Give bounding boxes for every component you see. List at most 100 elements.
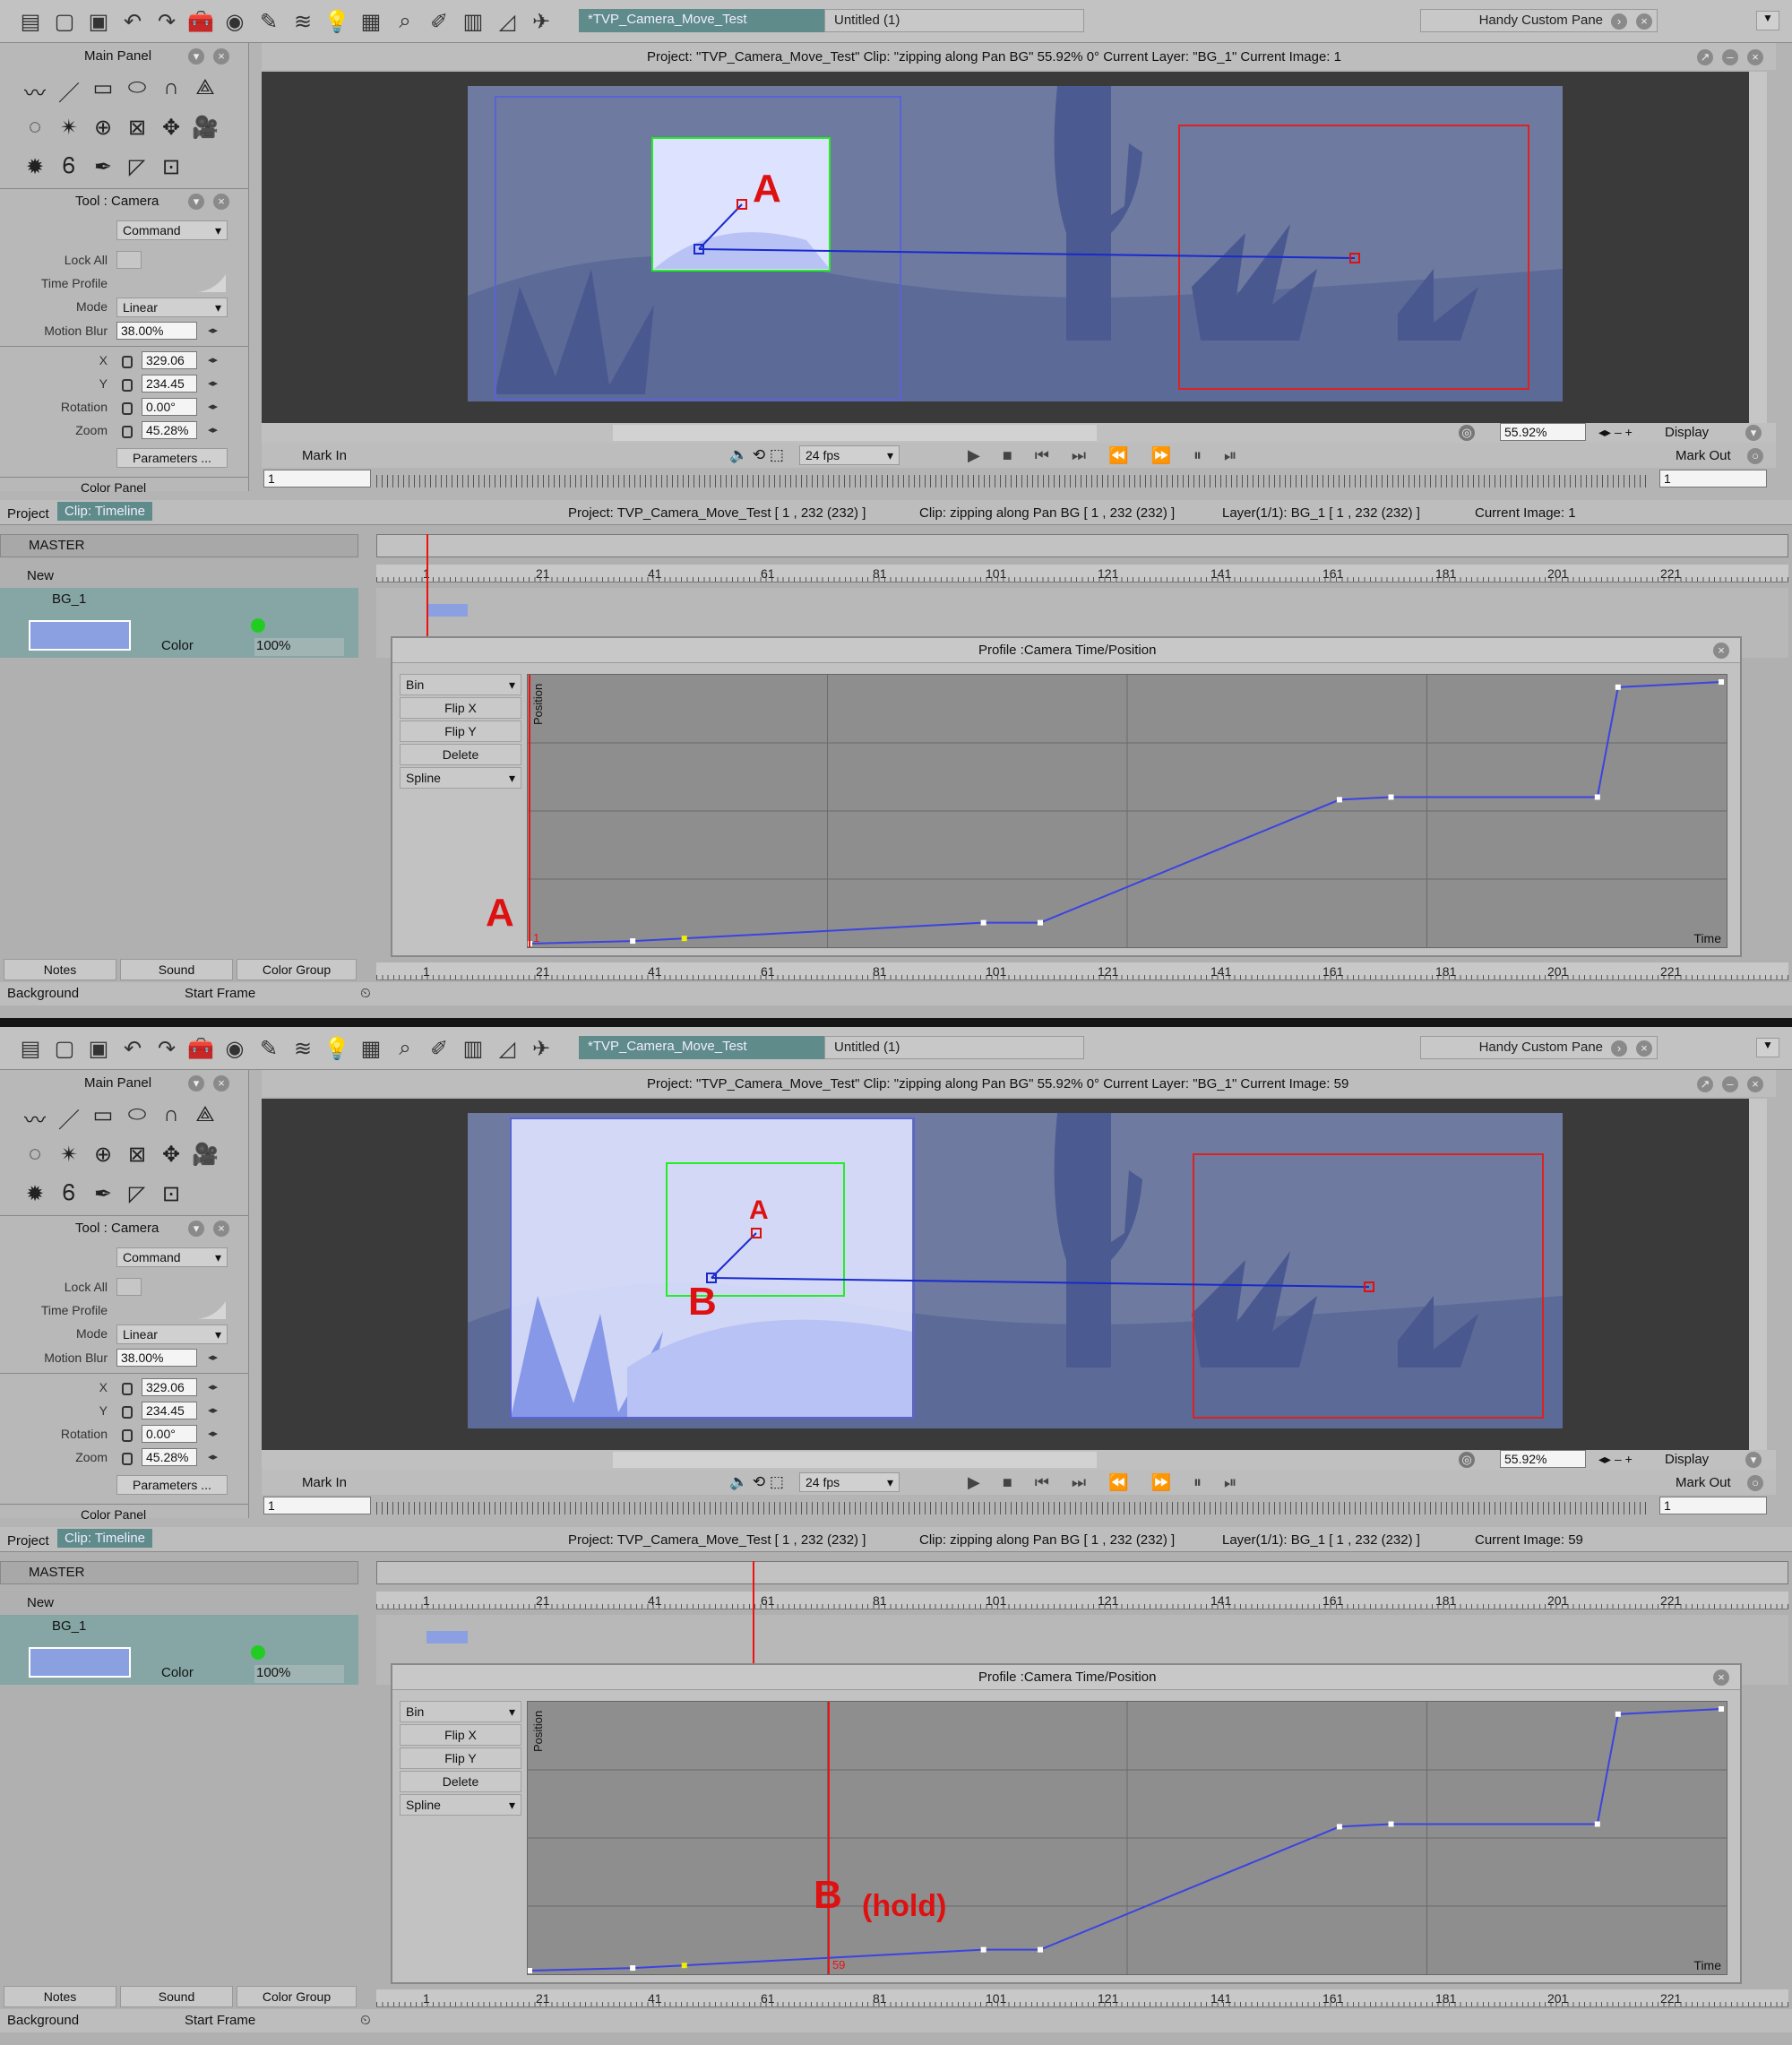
mark-out-field[interactable]: 1 (1659, 470, 1767, 488)
profile-keyframe-point[interactable] (681, 936, 687, 942)
frame-ruler-bottom[interactable]: 1 21 41 61 81 101 121 141 161 181 201 221 (376, 1989, 1788, 2007)
layer-visibility-icon[interactable] (251, 618, 265, 633)
zoom-reset-icon[interactable]: ◎ (1459, 1452, 1475, 1468)
clock-icon[interactable]: ⏲ (360, 2013, 371, 2028)
master-track[interactable] (376, 534, 1788, 557)
zoom-field[interactable]: 55.92% (1500, 423, 1586, 441)
layer-opacity[interactable]: 100% (254, 638, 344, 656)
clock-icon[interactable]: ⏲ (360, 986, 371, 1001)
flip-x-button[interactable]: Flip X (400, 697, 521, 719)
color-group-tab[interactable]: Color Group (237, 959, 357, 980)
mark-out-field[interactable]: 1 (1659, 1497, 1767, 1514)
frame-ruler-top[interactable]: 121416181101121141161181201221 (376, 1592, 1788, 1609)
ruler-tick-label: 61 (761, 964, 775, 979)
profile-keyframe-point[interactable] (1336, 797, 1342, 803)
spline-dropdown[interactable]: Spline ▾ (400, 767, 521, 789)
profile-keyframe-point[interactable] (980, 1946, 986, 1953)
viewer-horizontal-scrollbar[interactable] (613, 425, 1097, 441)
profile-keyframe-point[interactable] (980, 919, 986, 926)
delete-button[interactable]: Delete (400, 1771, 521, 1792)
master-label: MASTER (29, 1565, 85, 1580)
layer-thumbnail[interactable] (29, 1647, 131, 1678)
profile-title: Profile :Camera Time/Position (978, 1670, 1157, 1685)
layer-thumbnail[interactable] (29, 620, 131, 651)
profile-keyframe-point[interactable] (1336, 1824, 1342, 1830)
ruler-tick-label: 181 (1435, 1593, 1457, 1608)
profile-graph[interactable]: 1 Position Time (527, 674, 1727, 948)
notes-tab[interactable]: Notes (4, 1986, 116, 2007)
viewer-vertical-scrollbar[interactable] (1749, 1099, 1767, 1450)
viewer-vertical-scrollbar[interactable] (1749, 72, 1767, 423)
profile-close-icon[interactable]: × (1713, 1670, 1729, 1686)
display-button[interactable]: Display (1665, 1452, 1709, 1467)
clip-timeline-tab[interactable]: Clip: Timeline (57, 502, 153, 521)
flip-y-button[interactable]: Flip Y (400, 720, 521, 742)
profile-keyframe-point[interactable] (1615, 1711, 1621, 1717)
fps-dropdown[interactable]: 24 fps ▾ (799, 445, 900, 465)
layer-opacity[interactable]: 100% (254, 1665, 344, 1683)
sound-tab[interactable]: Sound (120, 959, 233, 980)
clip-timeline-tab[interactable]: Clip: Timeline (57, 1529, 153, 1548)
mark-out-toggle-icon[interactable]: ○ (1747, 1475, 1763, 1491)
profile-keyframe-point[interactable] (1038, 1946, 1043, 1953)
transport-controls[interactable]: ▶ ■ ⏮ ⏭ ⏪ ⏩ ⏸ ⏯ (968, 446, 1245, 465)
mark-out-toggle-icon[interactable]: ○ (1747, 448, 1763, 464)
master-track[interactable] (376, 1561, 1788, 1584)
layer-visibility-icon[interactable] (251, 1645, 265, 1660)
mark-in-field[interactable]: 1 (263, 1497, 371, 1514)
timeline-playhead[interactable] (753, 1561, 754, 1663)
profile-keyframe-point[interactable] (1388, 794, 1394, 800)
profile-graph[interactable]: 59 Position Time (527, 1701, 1727, 1975)
profile-keyframe-point[interactable] (1615, 684, 1621, 690)
profile-keyframe-point[interactable] (1594, 794, 1600, 800)
ruler-tick-label: 21 (536, 1991, 550, 2006)
ruler-tick-label: 41 (648, 964, 662, 979)
ruler-tick-label: 221 (1660, 964, 1682, 979)
ruler-tick-label: 221 (1660, 1593, 1682, 1608)
zoom-field[interactable]: 55.92% (1500, 1450, 1586, 1468)
timeline-playhead[interactable] (426, 534, 428, 636)
transport-controls[interactable]: ▶ ■ ⏮ ⏭ ⏪ ⏩ ⏸ ⏯ (968, 1473, 1245, 1492)
frame-ruler-bottom[interactable]: 1 21 41 61 81 101 121 141 161 181 201 221 (376, 962, 1788, 980)
profile-keyframe-point[interactable] (630, 938, 636, 945)
profile-keyframe-point[interactable] (1038, 919, 1043, 926)
color-group-tab[interactable]: Color Group (237, 1986, 357, 2007)
bin-dropdown[interactable]: Bin ▾ (400, 674, 521, 695)
viewer-horizontal-scrollbar[interactable] (613, 1452, 1097, 1468)
bin-dropdown[interactable]: Bin ▾ (400, 1701, 521, 1722)
frame-ruler-top[interactable]: 121416181101121141161181201221 (376, 565, 1788, 582)
delete-button[interactable]: Delete (400, 744, 521, 765)
ruler-tick-label: 141 (1210, 1991, 1232, 2006)
zoom-stepper-icon[interactable]: ◂▸ – + (1598, 425, 1633, 440)
profile-keyframe-point[interactable] (630, 1965, 636, 1972)
ruler-tick-label: 121 (1098, 1991, 1119, 2006)
profile-keyframe-point[interactable] (681, 1963, 687, 1969)
profile-keyframe-point[interactable] (1388, 1821, 1394, 1827)
profile-keyframe-point[interactable] (1719, 679, 1724, 685)
display-dropdown-icon[interactable]: ▾ (1745, 425, 1762, 441)
sound-tab[interactable]: Sound (120, 1986, 233, 2007)
flip-x-button[interactable]: Flip X (400, 1724, 521, 1746)
audio-loop-icons[interactable]: 🔈 ⟲ ⬚ (729, 1473, 784, 1491)
project-tab[interactable]: Project (7, 506, 49, 522)
notes-tab[interactable]: Notes (4, 959, 116, 980)
audio-loop-icons[interactable]: 🔈 ⟲ ⬚ (729, 446, 784, 464)
zoom-reset-icon[interactable]: ◎ (1459, 425, 1475, 441)
spline-dropdown[interactable]: Spline ▾ (400, 1794, 521, 1816)
project-tab[interactable]: Project (7, 1533, 49, 1549)
new-layer-button[interactable]: New (27, 568, 54, 583)
mark-in-field[interactable]: 1 (263, 470, 371, 488)
fps-dropdown[interactable]: 24 fps ▾ (799, 1472, 900, 1492)
new-layer-button[interactable]: New (27, 1595, 54, 1610)
zoom-stepper-icon[interactable]: ◂▸ – + (1598, 1452, 1633, 1467)
profile-keyframe-point[interactable] (1719, 1706, 1724, 1712)
layer-info: Layer(1/1): BG_1 [ 1 , 232 (232) ] (1222, 505, 1420, 521)
flip-y-button[interactable]: Flip Y (400, 1747, 521, 1769)
mini-timeline[interactable] (376, 1502, 1649, 1514)
profile-keyframe-point[interactable] (1594, 1821, 1600, 1827)
mini-timeline[interactable] (376, 475, 1649, 488)
display-button[interactable]: Display (1665, 425, 1709, 440)
profile-close-icon[interactable]: × (1713, 643, 1729, 659)
profile-keyframe-point[interactable] (527, 1968, 532, 1973)
display-dropdown-icon[interactable]: ▾ (1745, 1452, 1762, 1468)
